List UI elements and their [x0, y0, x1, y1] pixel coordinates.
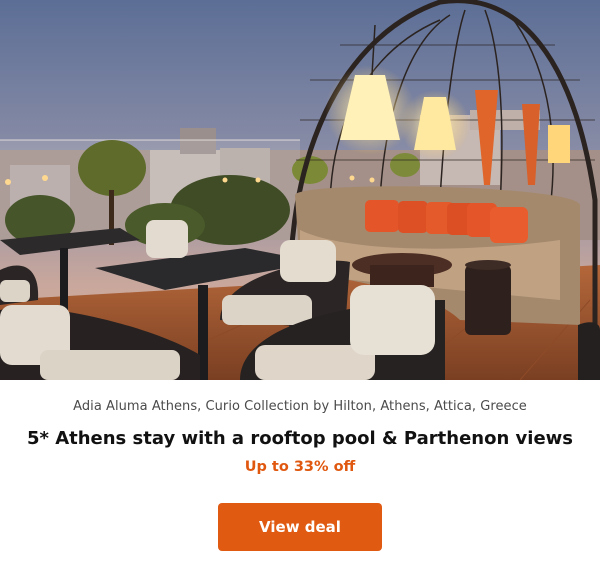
deal-headline[interactable]: 5* Athens stay with a rooftop pool & Par…: [0, 428, 600, 449]
deal-card[interactable]: Adia Aluma Athens, Curio Collection by H…: [0, 0, 600, 575]
hotel-location: Adia Aluma Athens, Curio Collection by H…: [73, 399, 527, 414]
hotel-photo[interactable]: [0, 0, 600, 380]
discount-label: Up to 33% off: [244, 459, 356, 475]
view-deal-button[interactable]: View deal: [218, 503, 382, 551]
deal-info: Adia Aluma Athens, Curio Collection by H…: [0, 380, 600, 575]
rooftop-terrace-image: [0, 0, 600, 380]
